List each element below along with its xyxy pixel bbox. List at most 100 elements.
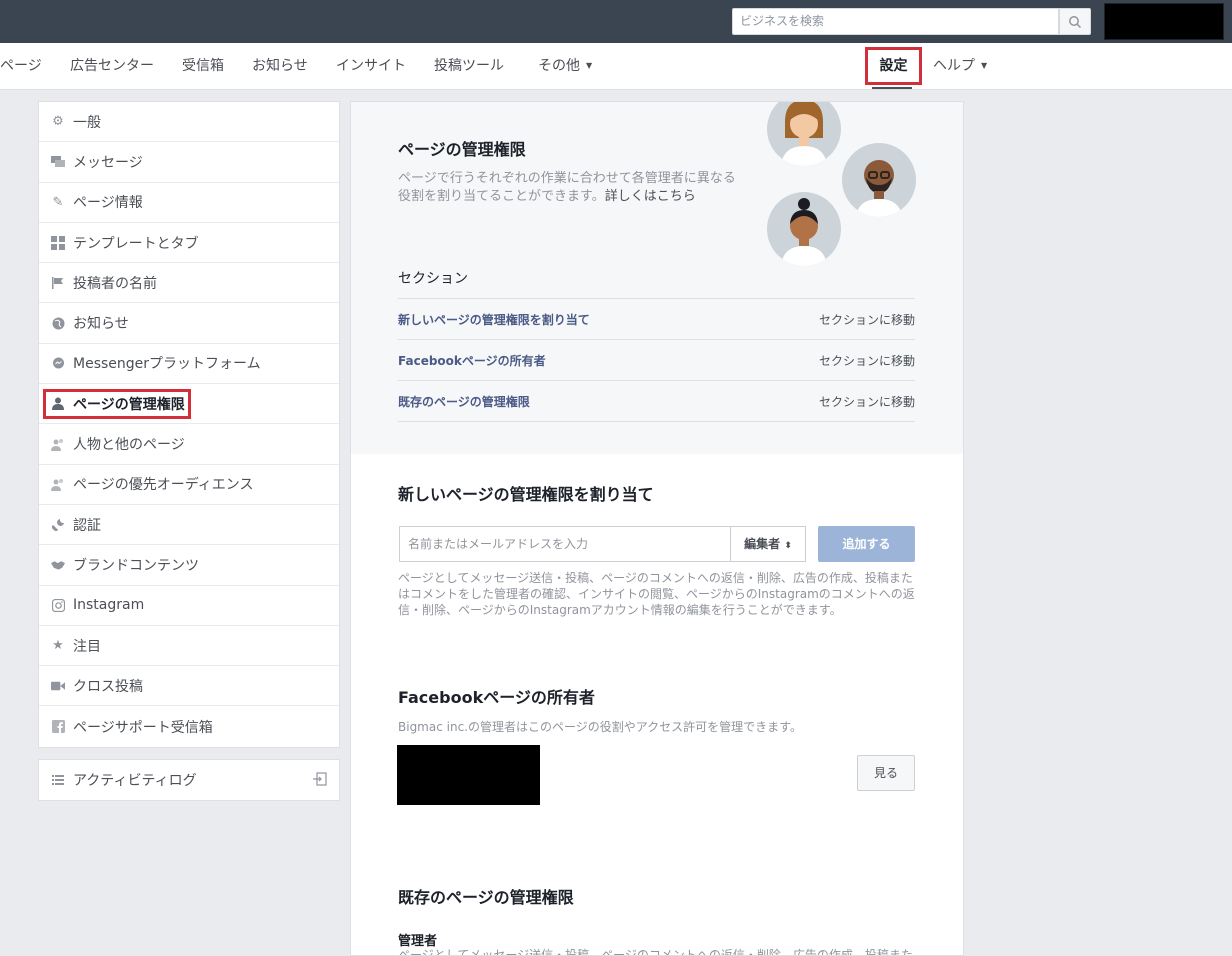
section-row: Facebookページの所有者 セクションに移動: [398, 339, 915, 380]
search-button[interactable]: [1059, 8, 1091, 35]
sidebar-item-templates-tabs[interactable]: テンプレートとタブ: [39, 223, 339, 264]
sidebar-item-verification[interactable]: 認証: [39, 505, 339, 546]
facebook-icon: [51, 720, 65, 734]
sidebar-item-label: Instagram: [73, 597, 145, 614]
nav-help[interactable]: ヘルプ ▼: [933, 43, 987, 89]
account-menu[interactable]: [1104, 3, 1224, 40]
gear-icon: ⚙: [52, 114, 64, 130]
sidebar-item-label: ブランドコンテンツ: [73, 557, 199, 574]
sidebar-item-messenger-platform[interactable]: Messengerプラットフォーム: [39, 344, 339, 385]
section-link-owner[interactable]: Facebookページの所有者: [398, 352, 546, 369]
instagram-icon: [51, 598, 65, 612]
sidebar-item-label: ページサポート受信箱: [73, 719, 213, 736]
messenger-icon: [51, 356, 65, 370]
page-roles-panel: ページの管理権限 ページで行うそれぞれの作業に合わせて各管理者に異なる役割を割り…: [350, 101, 964, 956]
nav-notifications[interactable]: お知らせ: [252, 43, 308, 89]
roles-header-section: ページの管理権限 ページで行うそれぞれの作業に合わせて各管理者に異なる役割を割り…: [351, 102, 963, 454]
sidebar-item-label: 注目: [73, 638, 101, 655]
activity-log-button[interactable]: アクティビティログ: [38, 759, 340, 801]
star-icon: ★: [52, 638, 64, 653]
sidebar-item-support-inbox[interactable]: ページサポート受信箱: [39, 706, 339, 746]
up-down-caret-icon: ⬍: [784, 541, 792, 551]
role-select-value: 編集者: [744, 537, 781, 551]
nav-inbox[interactable]: 受信箱: [182, 43, 224, 89]
view-button[interactable]: 見る: [857, 755, 915, 791]
page-nav-bar: ページ 広告センター 受信箱 お知らせ インサイト 投稿ツール その他 ▼ 設定 …: [0, 43, 1232, 90]
flag-icon: [51, 276, 65, 290]
section-link-assign[interactable]: 新しいページの管理権限を割り当て: [398, 311, 590, 328]
section-link-existing[interactable]: 既存のページの管理権限: [398, 393, 530, 410]
go-to-section-link[interactable]: セクションに移動: [819, 352, 915, 369]
name-or-email-input[interactable]: 名前またはメールアドレスを入力: [399, 526, 731, 562]
sidebar-item-label: クロス投稿: [73, 678, 143, 695]
sidebar-item-instagram[interactable]: Instagram: [39, 586, 339, 626]
go-to-section-link[interactable]: セクションに移動: [819, 311, 915, 328]
pencil-icon: ✎: [52, 194, 64, 210]
sidebar-item-featured[interactable]: ★ 注目: [39, 626, 339, 667]
add-role-button[interactable]: 追加する: [818, 526, 915, 562]
caret-down-icon: ▼: [586, 61, 593, 70]
globe-icon: [51, 316, 65, 330]
activity-log-label: アクティビティログ: [73, 773, 197, 789]
avatar-illustration: [767, 102, 841, 166]
sidebar-item-general[interactable]: ⚙ 一般: [39, 102, 339, 143]
sidebar-item-page-info[interactable]: ✎ ページ情報: [39, 183, 339, 223]
section-row: 既存のページの管理権限 セクションに移動: [398, 380, 915, 421]
chat-icon: [51, 155, 65, 169]
sidebar-item-people-other-pages[interactable]: 人物と他のページ: [39, 424, 339, 465]
page-owner-title: Facebookページの所有者: [398, 688, 595, 707]
avatar-illustration: [842, 143, 916, 217]
nav-more-label: その他: [538, 58, 580, 74]
caret-down-icon: ▼: [981, 61, 988, 70]
nav-more[interactable]: その他 ▼: [538, 43, 592, 89]
sidebar-item-messages[interactable]: メッセージ: [39, 142, 339, 183]
sidebar-item-label: テンプレートとタブ: [73, 235, 199, 252]
assign-role-title: 新しいページの管理権限を割り当て: [398, 485, 654, 504]
settings-sidebar: ⚙ 一般 メッセージ ✎ ページ情報 テンプレートとタブ 投稿者の名前 お知らせ M…: [38, 101, 340, 748]
sidebar-item-label: ページ情報: [73, 195, 143, 212]
wrench-icon: [51, 518, 65, 532]
nav-settings[interactable]: 設定: [865, 47, 922, 85]
nav-insights[interactable]: インサイト: [336, 43, 406, 89]
sidebar-item-label: 認証: [73, 517, 101, 534]
sidebar-item-branded-content[interactable]: ブランドコンテンツ: [39, 545, 339, 586]
open-external-icon: [313, 772, 327, 790]
owner-image-redacted: [397, 745, 540, 805]
list-icon: [51, 773, 65, 787]
video-icon: [51, 679, 65, 693]
section-row: 新しいページの管理権限を割り当て セクションに移動: [398, 298, 915, 339]
nav-publishing-tools[interactable]: 投稿ツール: [434, 43, 504, 89]
sidebar-item-label: Messengerプラットフォーム: [73, 356, 261, 373]
sidebar-item-label: お知らせ: [73, 316, 129, 333]
sidebar-item-label: 一般: [73, 114, 101, 131]
grid-icon: [51, 235, 65, 250]
page-owner-description: Bigmac inc.の管理者はこのページの役割やアクセス許可を管理できます。: [398, 720, 802, 734]
learn-more-link[interactable]: 詳しくはこちら: [605, 189, 696, 204]
go-to-section-link[interactable]: セクションに移動: [819, 393, 915, 410]
admin-description: ページとしてメッセージ送信・投稿、ページのコメントへの返信・削除、広告の作成、投…: [398, 948, 913, 956]
sidebar-item-post-attribution[interactable]: 投稿者の名前: [39, 263, 339, 304]
top-bar: ビジネスを検索: [0, 0, 1232, 43]
nav-page[interactable]: ページ: [0, 43, 42, 89]
nav-ad-center[interactable]: 広告センター: [70, 43, 154, 89]
sidebar-item-notifications[interactable]: お知らせ: [39, 303, 339, 344]
role-permission-description: ページとしてメッセージ送信・投稿、ページのコメントへの返信・削除、広告の作成、投…: [398, 571, 915, 617]
sidebar-item-label: 投稿者の名前: [73, 275, 157, 292]
sidebar-item-page-roles[interactable]: ページの管理権限: [39, 384, 339, 425]
sections-label: セクション: [398, 271, 468, 287]
sidebar-item-label: メッセージ: [73, 154, 143, 171]
sidebar-item-crossposting[interactable]: クロス投稿: [39, 666, 339, 707]
sidebar-item-preferred-audience[interactable]: ページの優先オーディエンス: [39, 465, 339, 505]
divider: [398, 421, 915, 422]
handshake-icon: [51, 558, 65, 572]
business-search-input[interactable]: ビジネスを検索: [732, 8, 1059, 35]
nav-help-label: ヘルプ: [933, 58, 975, 74]
sidebar-item-label: ページの優先オーディエンス: [73, 477, 254, 494]
search-icon: [1069, 15, 1082, 28]
sidebar-item-label: 人物と他のページ: [73, 437, 185, 454]
active-tab-indicator: [872, 87, 912, 89]
highlight-box: [43, 389, 191, 420]
page-roles-description: ページで行うそれぞれの作業に合わせて各管理者に異なる役割を割り当てることができま…: [398, 170, 743, 206]
role-select[interactable]: 編集者 ⬍: [730, 526, 806, 562]
page-roles-title: ページの管理権限: [398, 140, 526, 159]
